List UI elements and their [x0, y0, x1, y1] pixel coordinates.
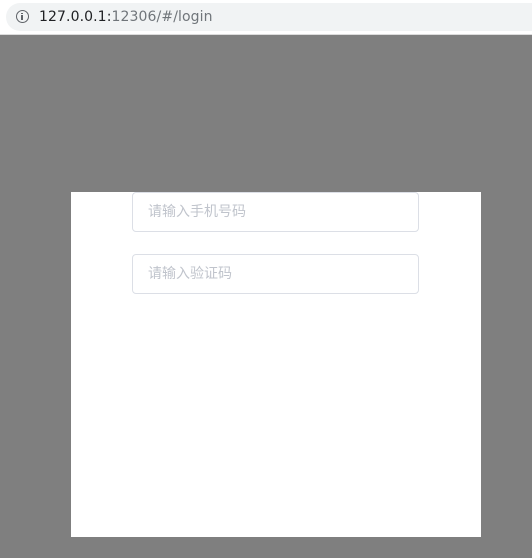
phone-input[interactable]	[132, 192, 419, 232]
verification-code-input[interactable]	[132, 254, 419, 294]
login-dialog	[71, 192, 481, 537]
browser-address-bar: 127.0.0.1:12306/#/login	[0, 0, 532, 35]
url-box[interactable]: 127.0.0.1:12306/#/login	[6, 3, 532, 31]
url-text[interactable]: 127.0.0.1:12306/#/login	[39, 8, 213, 26]
info-icon[interactable]	[16, 10, 29, 23]
url-host: 127.0.0.1:	[39, 9, 112, 25]
url-path: 12306/#/login	[111, 9, 213, 25]
